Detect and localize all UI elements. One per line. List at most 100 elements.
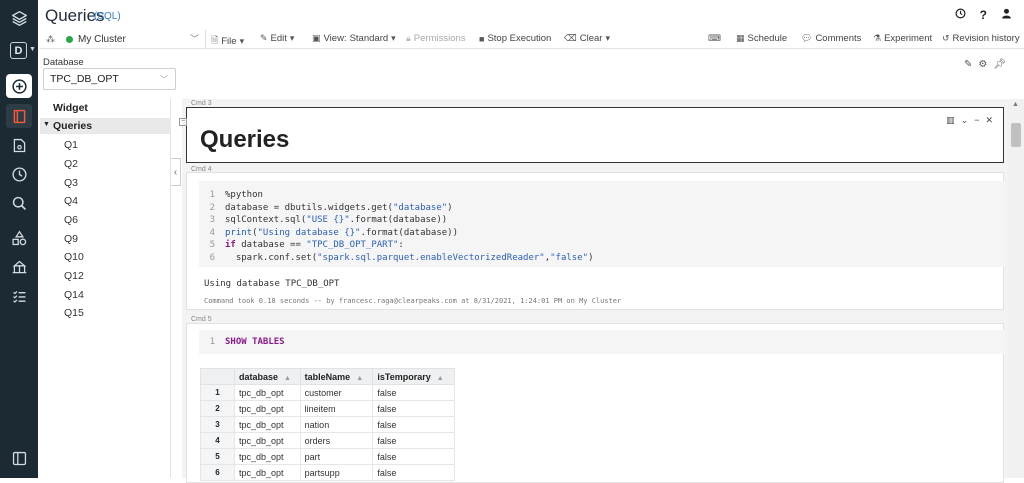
revision-history-button[interactable]: ↺ Revision history — [942, 33, 1020, 44]
chevron-down-icon[interactable]: ▼ — [29, 46, 36, 53]
sql-cell[interactable]: 1 SHOW TABLES database ▲ tableName ▲ isTemp… — [186, 323, 1005, 483]
outline-panel: Widget ▼ Queries Q1 Q2 Q3 Q4 Q6 Q9 Q10 Q… — [40, 99, 171, 478]
outline-item-q15[interactable]: Q15 — [64, 307, 84, 319]
cell-actions: ▥ ⌄ − ✕ — [946, 115, 993, 126]
history-icon: ↺ — [942, 33, 950, 43]
outline-item-q2[interactable]: Q2 — [64, 158, 78, 170]
eraser-icon: ⌫ — [564, 33, 577, 43]
code-editor[interactable]: 1 SHOW TABLES — [199, 330, 1005, 354]
outline-item-q1[interactable]: Q1 — [64, 139, 78, 151]
chevron-down-icon[interactable]: ⌄ — [961, 115, 969, 126]
close-icon[interactable]: ✕ — [985, 115, 993, 126]
view-menu[interactable]: ▣ View: Standard ▾ — [312, 33, 396, 44]
cluster-selector[interactable]: ⁂ My Cluster ﹀ — [42, 30, 206, 48]
outline-item-q12[interactable]: Q12 — [64, 270, 84, 282]
panel-toggle-icon[interactable] — [6, 446, 32, 470]
cell-output: Using database TPC_DB_OPT — [204, 279, 340, 289]
chevron-left-icon: ‹ — [173, 166, 178, 178]
chart-icon[interactable]: ▥ — [946, 115, 955, 126]
flask-icon: ⚗ — [873, 33, 882, 43]
hierarchy-icon[interactable] — [6, 255, 32, 279]
pin-icon[interactable]: 📌︎ — [993, 59, 1006, 70]
search-icon[interactable] — [6, 191, 32, 215]
file-menu[interactable]: 🗎 File ▾ — [211, 33, 244, 49]
gear-icon[interactable]: ⚙ — [978, 59, 987, 70]
caret-down-icon: ▾ — [605, 33, 610, 43]
caret-down-icon: ▾ — [239, 35, 245, 46]
help-icon[interactable]: ? — [980, 8, 987, 22]
user-icon[interactable] — [1001, 8, 1012, 22]
column-header-database[interactable]: database ▲ — [234, 368, 301, 385]
minus-icon[interactable]: − — [179, 118, 187, 126]
chevron-down-icon: ﹀ — [189, 34, 199, 44]
stop-execution-button[interactable]: ■ Stop Execution — [479, 33, 551, 44]
cell-label: Cmd 5 — [191, 316, 212, 323]
sort-icon[interactable]: ▲ — [356, 375, 363, 382]
schedule-button[interactable]: ▦ Schedule — [736, 33, 787, 44]
table-row: 3 tpc_db_opt nation false — [200, 416, 480, 433]
outline-item-q4[interactable]: Q4 — [64, 195, 78, 207]
permissions-button[interactable]: 🔒︎ Permissions — [406, 33, 466, 44]
network-icon: ⁂ — [46, 33, 55, 44]
cluster-name: My Cluster — [78, 33, 126, 45]
layers-icon[interactable] — [6, 6, 32, 30]
stop-icon: ■ — [479, 33, 485, 44]
keyboard-shortcuts-button[interactable]: ⌨ — [708, 33, 721, 44]
caret-down-icon: ▾ — [289, 33, 295, 43]
minimize-icon[interactable]: − — [974, 115, 979, 126]
outline-item-q14[interactable]: Q14 — [64, 289, 84, 301]
notebook-body: Cmd 3 − Queries ▥ ⌄ − ✕ Cmd 4 1 %python 2… — [179, 99, 1008, 483]
table-row: 4 tpc_db_opt orders false — [200, 432, 480, 449]
create-icon[interactable] — [6, 74, 32, 98]
edit-menu[interactable]: ✎ Edit ▾ — [260, 33, 294, 44]
markdown-cell[interactable]: − Queries ▥ ⌄ − ✕ — [179, 107, 1004, 163]
column-header-tablename[interactable]: tableName ▲ — [299, 368, 374, 385]
workspace-switcher[interactable]: D — [10, 42, 27, 59]
table-row: 2 tpc_db_opt lineitem false — [200, 400, 480, 417]
outline-item-q6[interactable]: Q6 — [64, 214, 78, 226]
keyboard-icon: ⌨ — [708, 33, 721, 43]
widget-actions: ✎ ⚙ 📌︎ — [964, 59, 1006, 70]
left-sidebar: D ▼ — [0, 0, 38, 478]
column-header-istemporary[interactable]: isTemporary ▲ — [372, 368, 455, 385]
file-icon: 🗎 — [211, 35, 219, 45]
cell-label: Cmd 3 — [191, 100, 212, 107]
outline-item-q9[interactable]: Q9 — [64, 233, 78, 245]
collapse-outline-button[interactable]: ‹ — [171, 158, 181, 186]
database-widget-label: Database — [43, 57, 84, 68]
notebook-toolbar: ⁂ My Cluster ﹀ 🗎 File ▾ ✎ Edit ▾ ▣ View: Stand… — [40, 29, 1024, 49]
sort-icon[interactable]: ▲ — [284, 375, 291, 382]
table-header-row: database ▲ tableName ▲ isTemporary ▲ — [200, 368, 480, 385]
repos-icon[interactable] — [6, 133, 32, 157]
outline-item-q3[interactable]: Q3 — [64, 177, 78, 189]
outline-item-q10[interactable]: Q10 — [64, 251, 84, 263]
outline-section-queries[interactable]: ▼ Queries — [40, 118, 171, 134]
recents-icon[interactable] — [6, 162, 32, 186]
chevron-down-icon: ﹀ — [160, 75, 168, 84]
notebook-icon[interactable] — [6, 104, 32, 128]
table-row: 1 tpc_db_opt customer false — [200, 384, 480, 401]
notebook-language[interactable]: (SQL) — [94, 11, 121, 22]
database-widget-select[interactable]: TPC_DB_OPT ﹀ — [43, 68, 176, 90]
shapes-icon[interactable] — [6, 226, 32, 250]
lock-icon: 🔒︎ — [406, 33, 411, 43]
header-actions: ? — [955, 8, 1012, 22]
experiment-button[interactable]: ⚗ Experiment — [873, 33, 932, 44]
edit-widgets-icon[interactable]: ✎ — [964, 59, 972, 70]
outline-header: Widget — [53, 102, 88, 114]
notebook-scrollbar[interactable]: ▲ — [1008, 99, 1024, 478]
cell-execution-info: Command took 0.18 seconds -- by francesc… — [204, 297, 622, 305]
python-cell[interactable]: 1 %python 2 database = dbutils.widgets.get… — [186, 172, 1005, 310]
code-editor[interactable]: 1 %python 2 database = dbutils.widgets.get… — [199, 181, 1005, 267]
checklist-icon[interactable] — [6, 284, 32, 308]
clear-menu[interactable]: ⌫ Clear ▾ — [564, 33, 610, 44]
scrollbar-thumb[interactable] — [1011, 123, 1021, 147]
cluster-status-dot — [66, 35, 73, 43]
cell-heading: Queries — [200, 126, 290, 153]
comments-button[interactable]: 💬︎ Comments — [801, 33, 861, 44]
pencil-icon: ✎ — [260, 33, 268, 43]
table-row: 5 tpc_db_opt part false — [200, 448, 480, 465]
sort-icon[interactable]: ▲ — [437, 375, 444, 382]
clock-icon[interactable] — [955, 8, 966, 22]
scroll-up-icon[interactable]: ▲ — [1012, 101, 1019, 108]
